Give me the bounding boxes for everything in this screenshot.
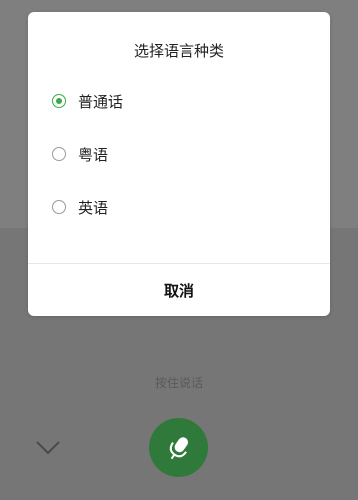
- option-cantonese[interactable]: 粤语: [52, 137, 312, 171]
- chevron-down-icon: [36, 441, 60, 455]
- collapse-button[interactable]: [32, 434, 64, 462]
- language-select-dialog: 选择语言种类 普通话 粤语 英语 取消: [28, 12, 330, 316]
- option-label: 粤语: [78, 145, 109, 164]
- option-label: 英语: [78, 198, 109, 217]
- mic-icon: [169, 437, 189, 460]
- radio-cantonese[interactable]: [52, 147, 66, 161]
- radio-mandarin[interactable]: [52, 94, 66, 108]
- voice-input-screen: 按住说话 选择语言种类 普通话 粤语 英语 取消: [0, 0, 358, 500]
- hold-to-talk-hint: 按住说话: [154, 376, 203, 390]
- radio-english[interactable]: [52, 200, 66, 214]
- dialog-title: 选择语言种类: [133, 42, 224, 60]
- mic-button[interactable]: [149, 418, 208, 477]
- cancel-button[interactable]: 取消: [28, 264, 330, 316]
- option-mandarin[interactable]: 普通话: [52, 84, 312, 118]
- option-english[interactable]: 英语: [52, 190, 312, 224]
- option-label: 普通话: [78, 92, 124, 111]
